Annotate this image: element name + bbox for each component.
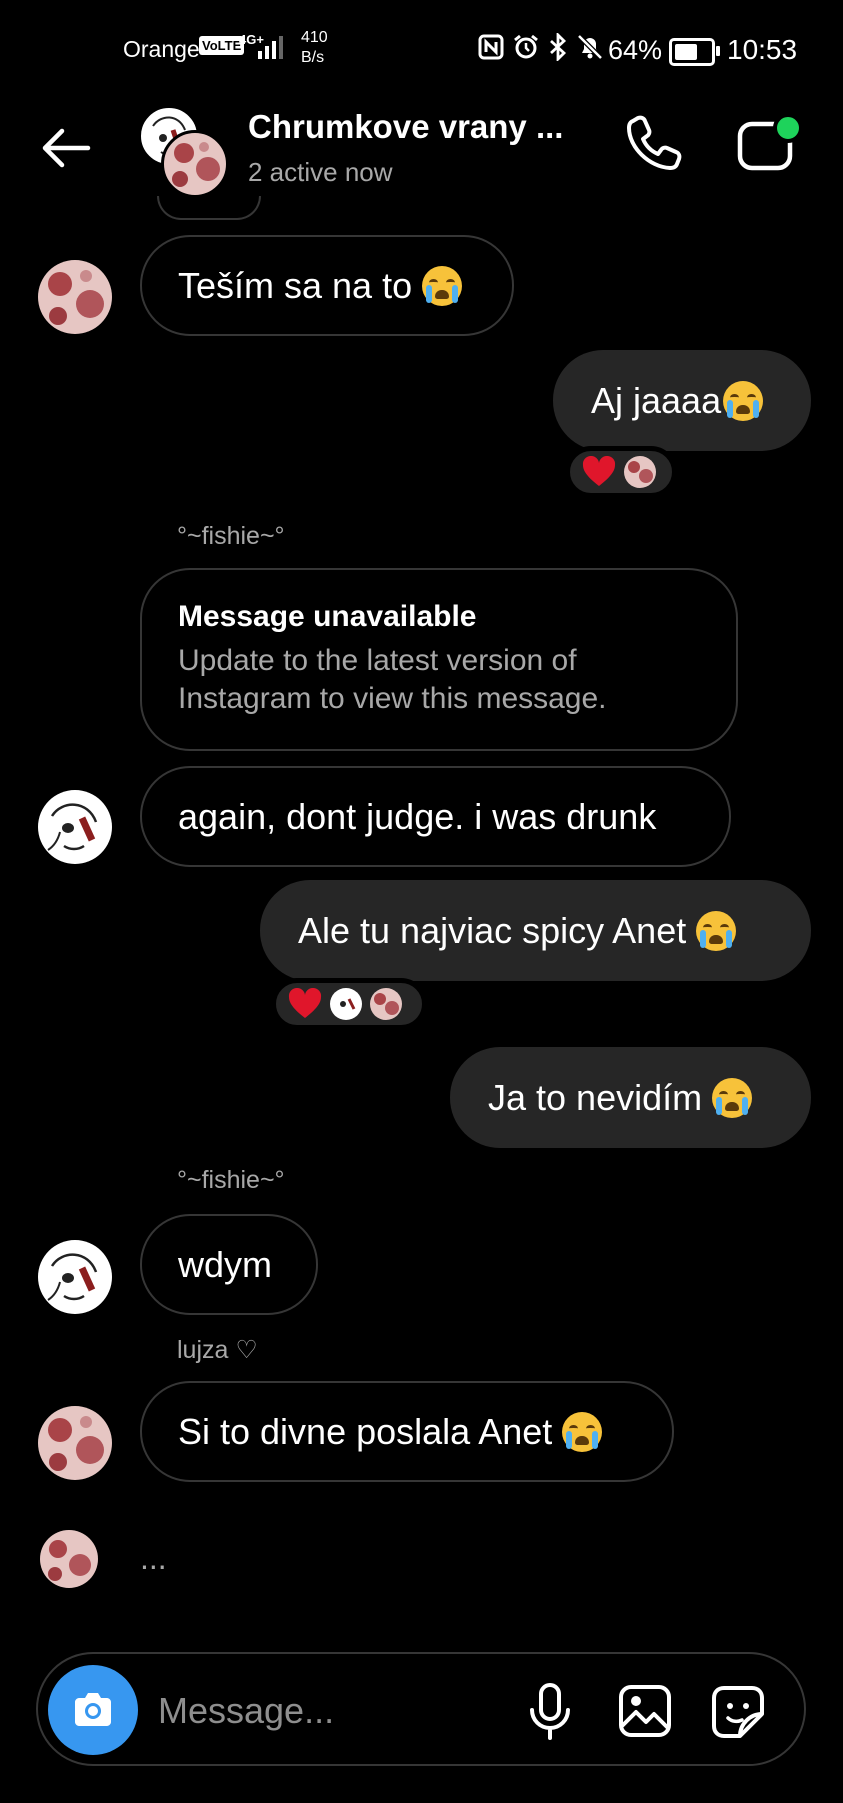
active-status: 2 active now — [248, 157, 393, 187]
crying-emoji-icon — [422, 265, 463, 306]
message-text: Aj jaaaa — [591, 379, 722, 421]
avatar-lujza — [40, 1530, 98, 1588]
avatar-lujza — [624, 456, 656, 488]
group-avatar[interactable] — [135, 104, 229, 198]
mute-bell-icon — [577, 34, 603, 60]
message-bubble[interactable]: wdym — [140, 1214, 318, 1315]
battery-icon — [669, 38, 720, 66]
avatar-lujza[interactable] — [38, 260, 112, 334]
network-speed: 410 B/s — [301, 28, 328, 68]
message-text: Ja to nevidím — [488, 1076, 703, 1118]
speed-value: 410 — [301, 29, 328, 46]
crying-emoji-icon — [696, 910, 737, 951]
back-arrow-icon[interactable] — [36, 118, 96, 178]
carrier-label: Orange — [123, 36, 200, 62]
unavailable-text: Update to the latest version of Instagra… — [178, 644, 607, 715]
sender-name: °~fishie~° — [177, 522, 285, 550]
unavailable-title: Message unavailable — [178, 600, 477, 633]
phone-icon[interactable] — [624, 112, 684, 172]
message-text: wdym — [178, 1243, 273, 1285]
status-bar: Orange VoLTE 4G+ 410 B/s 64% 10:53 — [0, 0, 843, 100]
unavailable-message[interactable]: Message unavailable Update to the latest… — [140, 568, 738, 751]
battery-percent: 64% — [608, 35, 663, 65]
message-bubble[interactable]: again, dont judge. i was drunk — [140, 766, 731, 867]
status-icons — [478, 33, 604, 61]
alarm-icon — [514, 34, 538, 59]
message-text: again, dont judge. i was drunk — [178, 795, 657, 837]
volte-badge: VoLTE — [199, 36, 245, 55]
speed-unit: B/s — [301, 49, 325, 66]
message-text: Si to divne poslala Anet — [178, 1410, 553, 1452]
signal-icon — [258, 33, 283, 59]
message-bubble-sent[interactable]: Ale tu najviac spicy Anet — [260, 880, 811, 981]
sender-name: °~fishie~° — [177, 1166, 285, 1194]
clock: 10:53 — [727, 34, 798, 65]
message-text: Ale tu najviac spicy Anet — [298, 909, 687, 951]
cut-off-bubble — [157, 196, 261, 220]
camera-button[interactable] — [48, 1665, 138, 1755]
heart-icon — [582, 456, 616, 486]
camera-icon — [75, 1693, 111, 1726]
crying-emoji-icon — [712, 1077, 753, 1118]
battery-fill — [675, 44, 697, 60]
avatar-lujza — [161, 130, 229, 198]
sender-name: lujza ♡ — [177, 1336, 258, 1364]
message-text: Teším sa na to — [178, 264, 413, 306]
chat-title[interactable]: Chrumkove vrany ... — [248, 108, 563, 146]
online-dot — [773, 113, 803, 143]
bluetooth-icon — [550, 33, 567, 61]
message-bubble-sent[interactable]: Ja to nevidím — [450, 1047, 811, 1148]
video-call-button[interactable] — [735, 112, 805, 174]
avatar-fishie[interactable] — [38, 790, 112, 864]
reactions[interactable] — [271, 978, 427, 1030]
message-bubble[interactable]: Teším sa na to — [140, 235, 514, 336]
reactions[interactable] — [565, 446, 677, 498]
typing-indicator: ... — [140, 1540, 167, 1576]
avatar-lujza — [370, 988, 402, 1020]
avatar-lujza[interactable] — [38, 1406, 112, 1480]
crying-emoji-icon — [562, 1411, 603, 1452]
heart-icon — [288, 988, 322, 1018]
message-bubble-sent[interactable]: Aj jaaaa — [553, 350, 811, 451]
crying-emoji-icon — [723, 380, 764, 421]
message-composer — [36, 1652, 806, 1766]
message-input[interactable]: Message... — [158, 1690, 334, 1732]
gallery-icon[interactable] — [618, 1684, 672, 1738]
nfc-icon — [478, 34, 504, 60]
sticker-icon[interactable] — [710, 1684, 766, 1740]
message-bubble[interactable]: Si to divne poslala Anet — [140, 1381, 674, 1482]
avatar-fishie — [330, 988, 362, 1020]
avatar-fishie[interactable] — [38, 1240, 112, 1314]
microphone-icon[interactable] — [527, 1682, 573, 1742]
